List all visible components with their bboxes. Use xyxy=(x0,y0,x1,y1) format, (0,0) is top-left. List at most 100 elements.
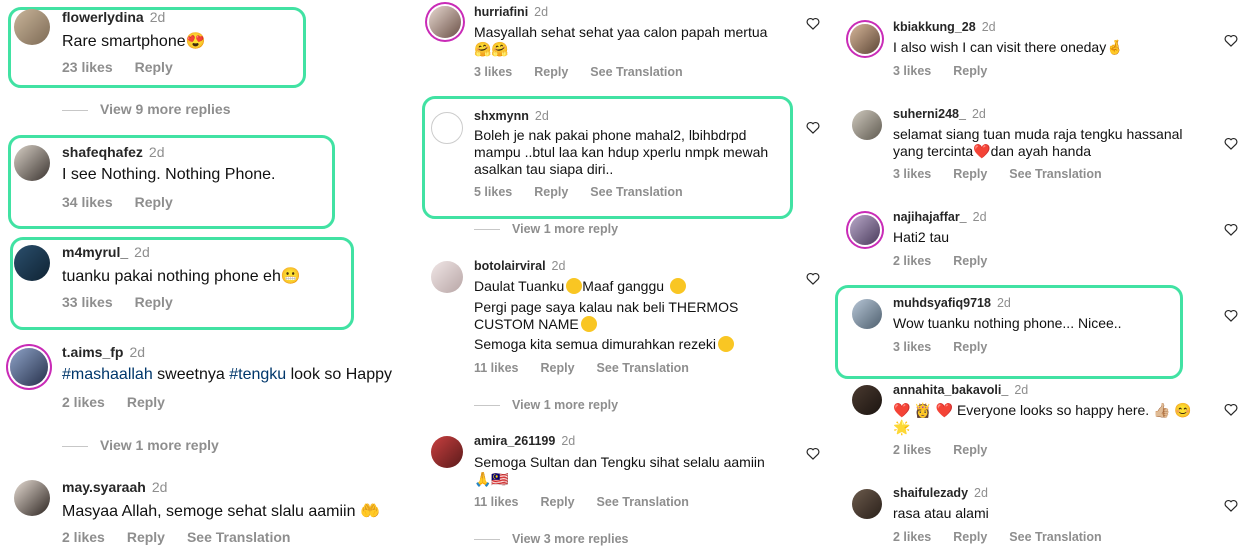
comment-text: Semoga Sultan dan Tengku sihat selalu aa… xyxy=(474,454,765,487)
avatar[interactable] xyxy=(14,480,50,516)
hands-emoji xyxy=(718,336,735,352)
username[interactable]: najihajaffar_ 2d xyxy=(893,210,987,224)
avatar[interactable] xyxy=(431,436,463,468)
like-heart-icon[interactable] xyxy=(806,17,820,30)
avatar[interactable] xyxy=(431,261,463,293)
avatar[interactable] xyxy=(852,299,882,329)
like-heart-icon[interactable] xyxy=(1224,223,1238,236)
hashtag-link[interactable]: #mashaallah xyxy=(62,366,153,383)
emoji: ❤️ 👸 ❤️ xyxy=(893,402,954,418)
like-heart-icon[interactable] xyxy=(1224,309,1238,322)
username[interactable]: flowerlydina 2d xyxy=(62,9,165,25)
timestamp: 2d xyxy=(996,296,1011,310)
reply-button[interactable]: Reply xyxy=(953,254,987,268)
likes-count[interactable]: 3 likes xyxy=(893,340,931,354)
likes-count[interactable]: 2 likes xyxy=(893,443,931,457)
likes-count[interactable]: 5 likes xyxy=(474,185,512,199)
likes-count[interactable]: 34 likes xyxy=(62,194,113,210)
likes-count[interactable]: 3 likes xyxy=(474,65,512,79)
username[interactable]: shafeqhafez 2d xyxy=(62,144,165,160)
see-translation-button[interactable]: See Translation xyxy=(1009,167,1101,181)
view-more-replies[interactable]: View 3 more replies xyxy=(474,532,629,546)
comment-text: Wow tuanku nothing phone... Nicee.. xyxy=(893,315,1122,331)
reply-button[interactable]: Reply xyxy=(127,394,165,410)
likes-count[interactable]: 23 likes xyxy=(62,59,113,75)
see-translation-button[interactable]: See Translation xyxy=(597,361,689,375)
comment-text: Masyallah sehat sehat yaa calon papah me… xyxy=(474,24,768,57)
reply-button[interactable]: Reply xyxy=(953,443,987,457)
avatar[interactable] xyxy=(431,112,463,144)
avatar[interactable] xyxy=(14,245,50,281)
likes-count[interactable]: 2 likes xyxy=(62,394,105,410)
hashtag-link[interactable]: #tengku xyxy=(229,366,286,383)
timestamp: 2d xyxy=(534,5,549,19)
reply-button[interactable]: Reply xyxy=(534,185,568,199)
avatar[interactable] xyxy=(850,215,880,245)
avatar[interactable] xyxy=(429,6,461,38)
reply-button[interactable]: Reply xyxy=(135,194,173,210)
emoji: 🤗🤗 xyxy=(474,41,509,57)
see-translation-button[interactable]: See Translation xyxy=(590,185,682,199)
view-more-replies[interactable]: View 1 more reply xyxy=(474,222,618,236)
timestamp: 2d xyxy=(551,259,566,273)
likes-count[interactable]: 11 likes xyxy=(474,361,519,375)
like-heart-icon[interactable] xyxy=(806,447,820,460)
see-translation-button[interactable]: See Translation xyxy=(597,495,689,509)
avatar[interactable] xyxy=(14,145,50,181)
likes-count[interactable]: 33 likes xyxy=(62,294,113,310)
username[interactable]: kbiakkung_28 2d xyxy=(893,20,996,34)
avatar[interactable] xyxy=(10,348,48,386)
like-heart-icon[interactable] xyxy=(806,121,820,134)
view-more-replies[interactable]: View 9 more replies xyxy=(62,101,230,117)
avatar[interactable] xyxy=(850,24,880,54)
reply-button[interactable]: Reply xyxy=(135,294,173,310)
avatar[interactable] xyxy=(14,9,50,45)
username[interactable]: shxmynn 2d xyxy=(474,109,549,123)
likes-count[interactable]: 2 likes xyxy=(893,530,931,544)
likes-count[interactable]: 11 likes xyxy=(474,495,519,509)
comment-meta: 5 likes Reply See Translation xyxy=(474,185,705,199)
avatar[interactable] xyxy=(852,385,882,415)
reply-button[interactable]: Reply xyxy=(953,64,987,78)
avatar[interactable] xyxy=(852,110,882,140)
username[interactable]: amira_261199 2d xyxy=(474,434,575,448)
username[interactable]: m4myrul_ 2d xyxy=(62,244,150,260)
see-translation-button[interactable]: See Translation xyxy=(590,65,682,79)
username[interactable]: annahita_bakavoli_ 2d xyxy=(893,383,1028,397)
likes-count[interactable]: 3 likes xyxy=(893,64,931,78)
timestamp: 2d xyxy=(972,210,987,224)
username[interactable]: hurriafini 2d xyxy=(474,5,548,19)
reply-button[interactable]: Reply xyxy=(534,65,568,79)
comment-text: Rare smartphone😍 xyxy=(62,33,206,50)
likes-count[interactable]: 3 likes xyxy=(893,167,931,181)
view-more-replies[interactable]: View 1 more reply xyxy=(474,398,618,412)
username[interactable]: t.aims_fp 2d xyxy=(62,344,145,360)
like-heart-icon[interactable] xyxy=(1224,403,1238,416)
reply-button[interactable]: Reply xyxy=(953,530,987,544)
reply-button[interactable]: Reply xyxy=(127,529,165,545)
likes-count[interactable]: 2 likes xyxy=(893,254,931,268)
comment-meta: 3 likes Reply See Translation xyxy=(474,65,705,79)
view-more-replies[interactable]: View 1 more reply xyxy=(62,437,219,453)
reply-button[interactable]: Reply xyxy=(953,340,987,354)
comment-meta: 23 likes Reply xyxy=(62,59,195,75)
avatar[interactable] xyxy=(852,489,882,519)
reply-button[interactable]: Reply xyxy=(135,59,173,75)
reply-button[interactable]: Reply xyxy=(541,361,575,375)
username[interactable]: botolairviral 2d xyxy=(474,259,565,273)
reply-button[interactable]: Reply xyxy=(953,167,987,181)
username[interactable]: suherni248_ 2d xyxy=(893,107,986,121)
username[interactable]: may.syaraah 2d xyxy=(62,479,167,495)
like-heart-icon[interactable] xyxy=(1224,137,1238,150)
likes-count[interactable]: 2 likes xyxy=(62,529,105,545)
like-heart-icon[interactable] xyxy=(1224,499,1238,512)
username[interactable]: muhdsyafiq9718 2d xyxy=(893,296,1011,310)
username[interactable]: shaifulezady 2d xyxy=(893,486,988,500)
see-translation-button[interactable]: See Translation xyxy=(1009,530,1101,544)
like-heart-icon[interactable] xyxy=(1224,34,1238,47)
comment-text: ❤️ 👸 ❤️ Everyone looks so happy here. 👍🏼… xyxy=(893,402,1192,435)
like-heart-icon[interactable] xyxy=(806,272,820,285)
timestamp: 2d xyxy=(134,244,150,260)
see-translation-button[interactable]: See Translation xyxy=(187,529,290,545)
reply-button[interactable]: Reply xyxy=(541,495,575,509)
